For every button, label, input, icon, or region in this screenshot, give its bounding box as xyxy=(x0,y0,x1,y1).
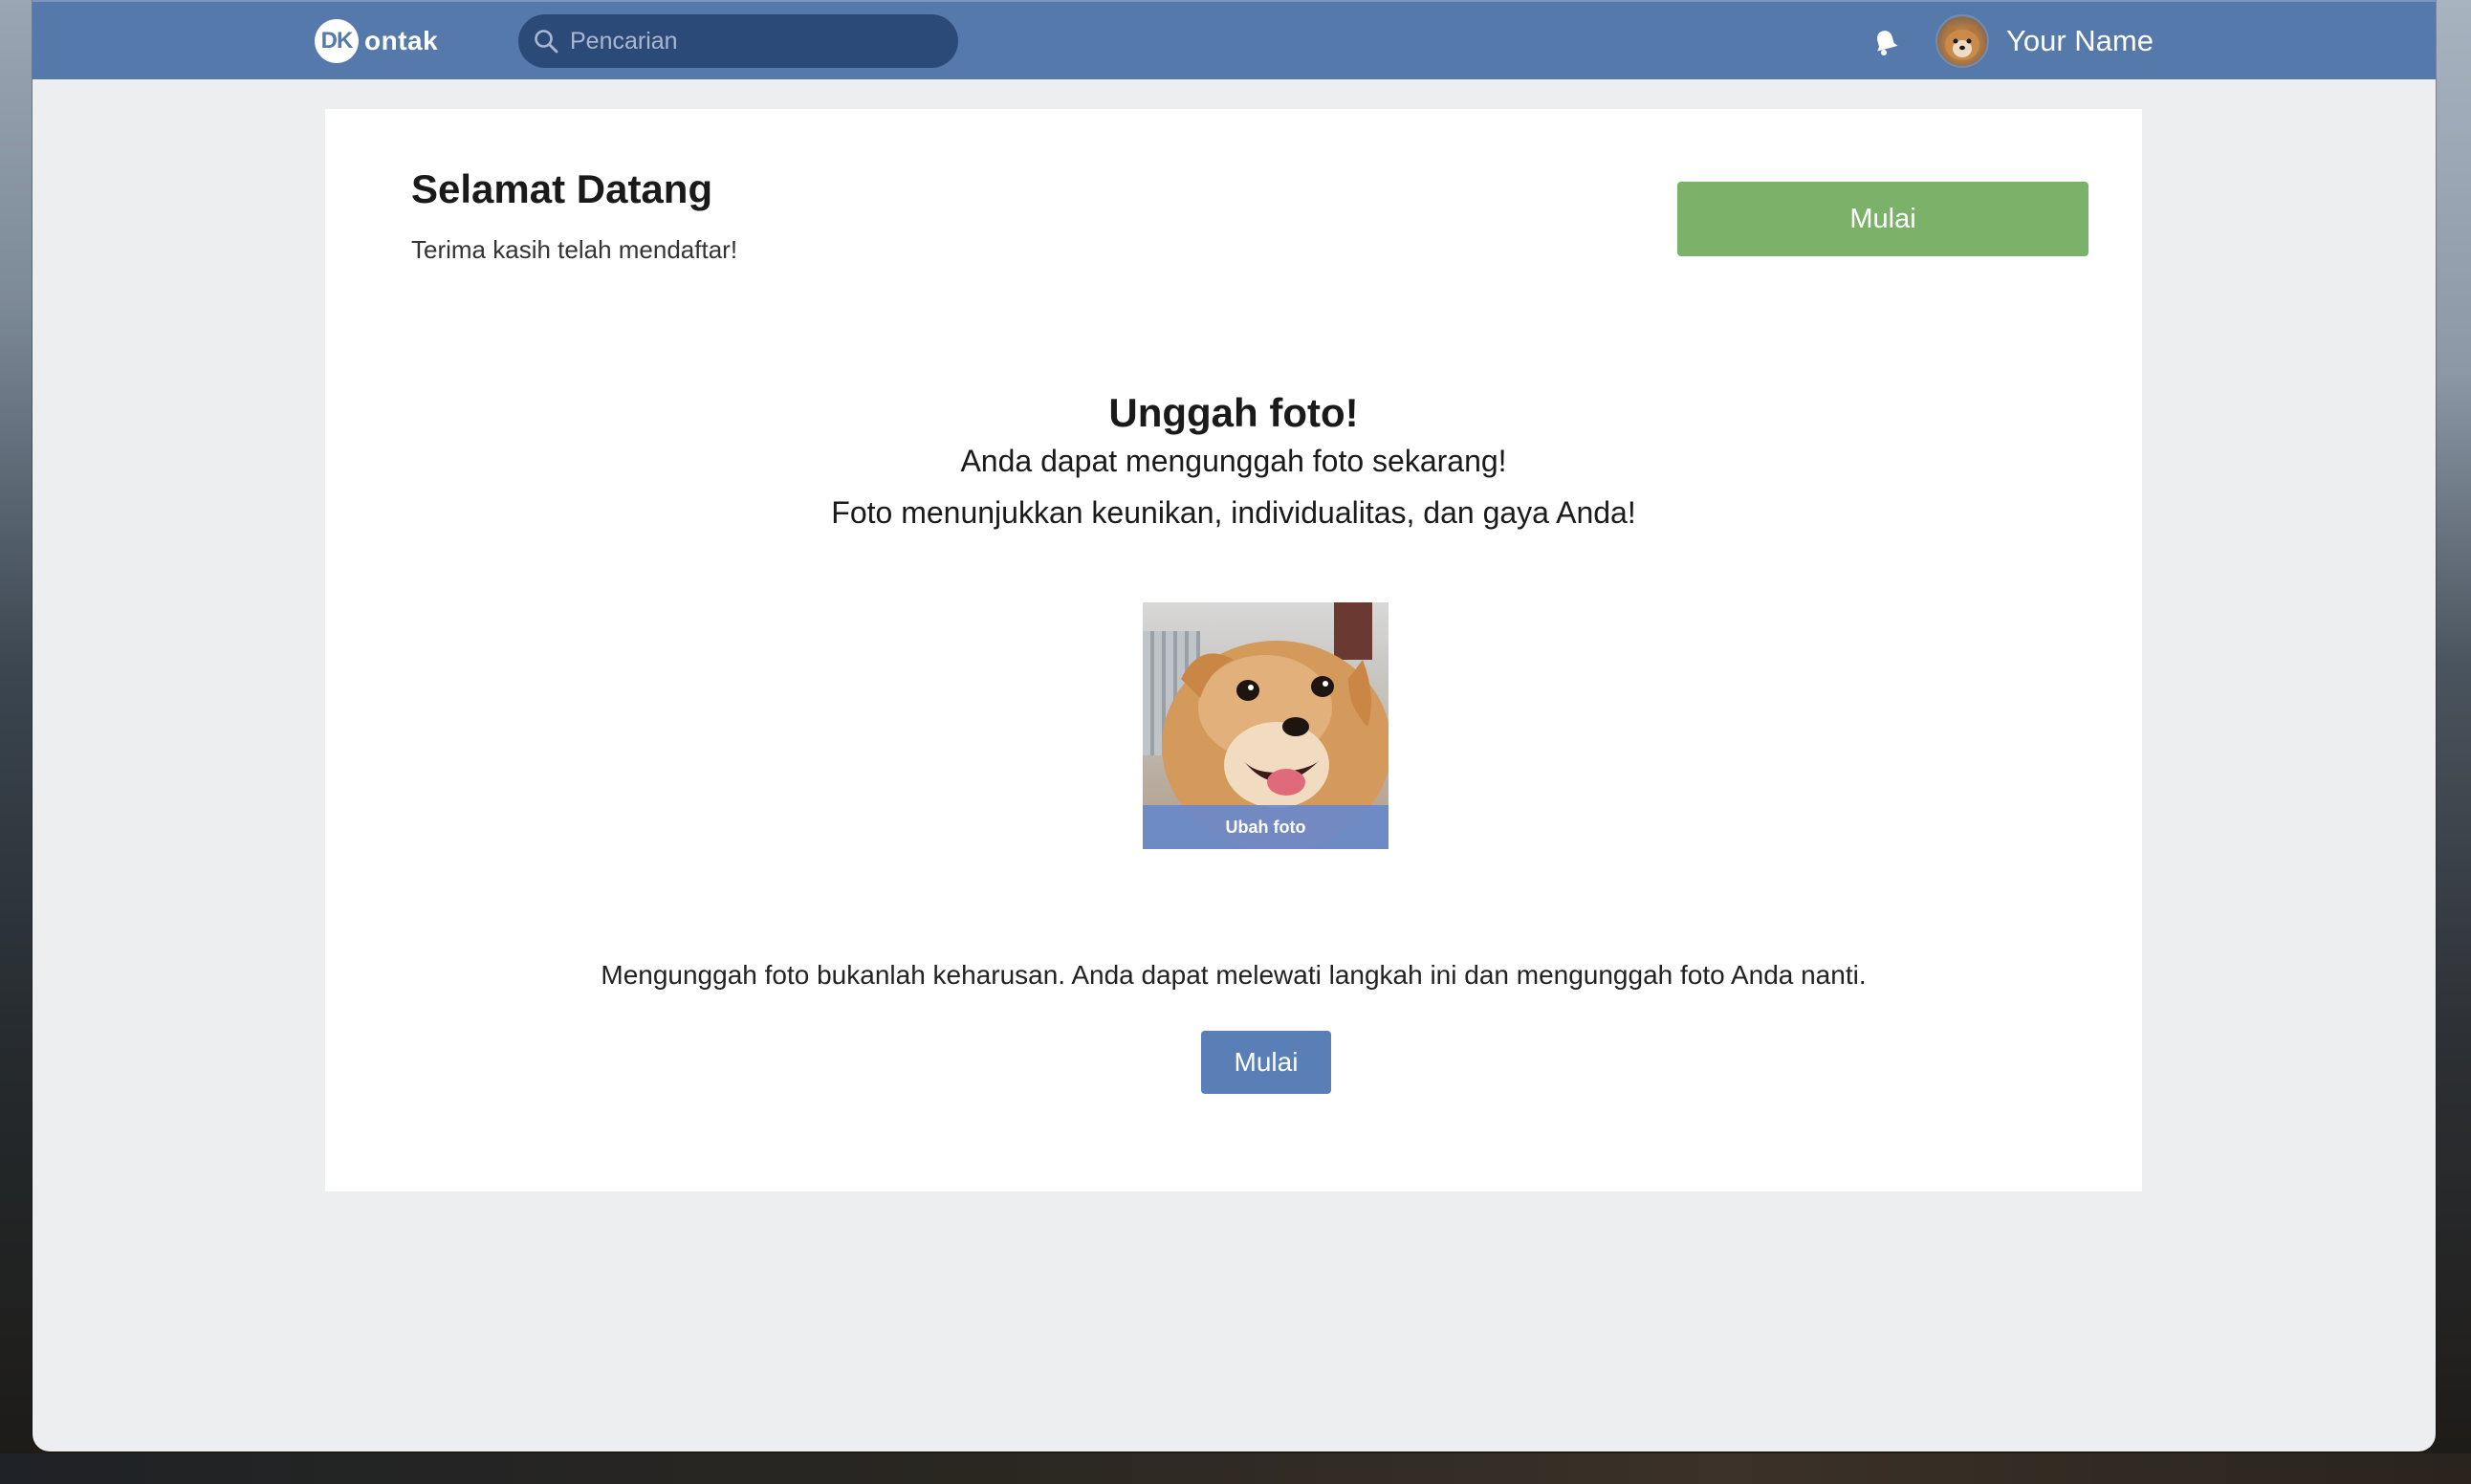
page-title: Selamat Datang xyxy=(411,166,713,211)
logo-badge: DK xyxy=(315,19,359,63)
app-logo[interactable]: DK ontak xyxy=(315,19,438,63)
desktop-wallpaper-right xyxy=(2433,0,2471,1484)
skip-upload-note: Mengunggah foto bukanlah keharusan. Anda… xyxy=(601,960,1867,990)
desktop-wallpaper-bottom xyxy=(0,1453,2471,1484)
upload-heading: Unggah foto! xyxy=(1108,390,1359,435)
search-icon xyxy=(532,27,560,55)
upload-description-2: Foto menunjukkan keunikan, individualita… xyxy=(831,495,1636,530)
desktop-wallpaper-left xyxy=(0,0,33,1484)
welcome-subtitle: Terima kasih telah mendaftar! xyxy=(411,235,738,264)
welcome-card: Selamat Datang Terima kasih telah mendaf… xyxy=(325,109,2142,1191)
browser-window: DK ontak Pencarian Your Name Selamat Dat… xyxy=(33,0,2436,1451)
start-button-top[interactable]: Mulai xyxy=(1677,182,2088,256)
upload-description-1: Anda dapat mengunggah foto sekarang! xyxy=(960,444,1507,478)
search-bar[interactable] xyxy=(518,14,958,68)
logo-text: ontak xyxy=(364,26,439,55)
top-navigation-bar: DK ontak Pencarian Your Name xyxy=(33,0,2436,79)
profile-photo-upload[interactable]: Ubah foto xyxy=(1143,602,1389,849)
search-input[interactable] xyxy=(568,26,935,56)
avatar[interactable] xyxy=(1935,14,1989,68)
user-name-link[interactable]: Your Name xyxy=(2006,21,2154,61)
bell-icon[interactable] xyxy=(1869,25,1903,59)
change-photo-label: Ubah foto xyxy=(1143,805,1389,849)
start-button-bottom[interactable]: Mulai xyxy=(1201,1031,1331,1094)
